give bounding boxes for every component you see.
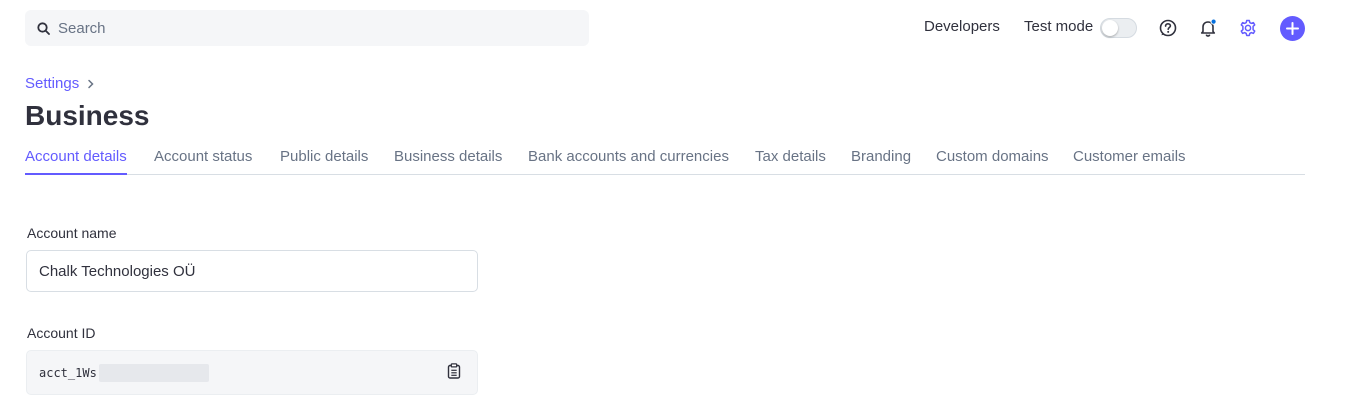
tab-custom-domains[interactable]: Custom domains bbox=[936, 148, 1049, 175]
tab-account-status[interactable]: Account status bbox=[154, 148, 252, 175]
tab-customer-emails[interactable]: Customer emails bbox=[1073, 148, 1186, 175]
bell-icon[interactable] bbox=[1197, 17, 1219, 39]
search-icon bbox=[37, 21, 51, 35]
gear-icon[interactable] bbox=[1237, 17, 1259, 39]
account-id-label: Account ID bbox=[27, 325, 96, 341]
developers-link[interactable]: Developers bbox=[924, 18, 1000, 35]
help-icon[interactable] bbox=[1157, 17, 1179, 39]
account-name-label: Account name bbox=[27, 225, 117, 241]
search-bar[interactable] bbox=[25, 10, 589, 46]
account-name-input[interactable] bbox=[39, 262, 459, 280]
account-name-field[interactable] bbox=[26, 250, 478, 292]
toggle-knob bbox=[1102, 20, 1118, 36]
tab-business-details[interactable]: Business details bbox=[394, 148, 502, 175]
tab-bar: Account details Account status Public de… bbox=[25, 146, 1305, 175]
tab-bank-accounts-and-currencies[interactable]: Bank accounts and currencies bbox=[528, 148, 729, 175]
breadcrumb: Settings bbox=[25, 75, 95, 92]
breadcrumb-settings-link[interactable]: Settings bbox=[25, 75, 79, 92]
tab-public-details[interactable]: Public details bbox=[280, 148, 368, 175]
search-input[interactable] bbox=[58, 19, 558, 37]
redacted-account-id bbox=[98, 363, 209, 382]
account-id-field: acct_1Ws bbox=[26, 350, 478, 395]
tab-account-details[interactable]: Account details bbox=[25, 148, 127, 175]
chevron-right-icon bbox=[87, 79, 95, 89]
test-mode-label: Test mode bbox=[1024, 18, 1094, 35]
clipboard-icon[interactable] bbox=[447, 363, 461, 379]
tab-tax-details[interactable]: Tax details bbox=[755, 148, 826, 175]
page-title: Business bbox=[25, 100, 150, 131]
tab-branding[interactable]: Branding bbox=[851, 148, 911, 175]
plus-icon[interactable] bbox=[1280, 16, 1305, 41]
account-id-value: acct_1Ws bbox=[39, 365, 97, 380]
test-mode-toggle[interactable] bbox=[1100, 18, 1137, 38]
